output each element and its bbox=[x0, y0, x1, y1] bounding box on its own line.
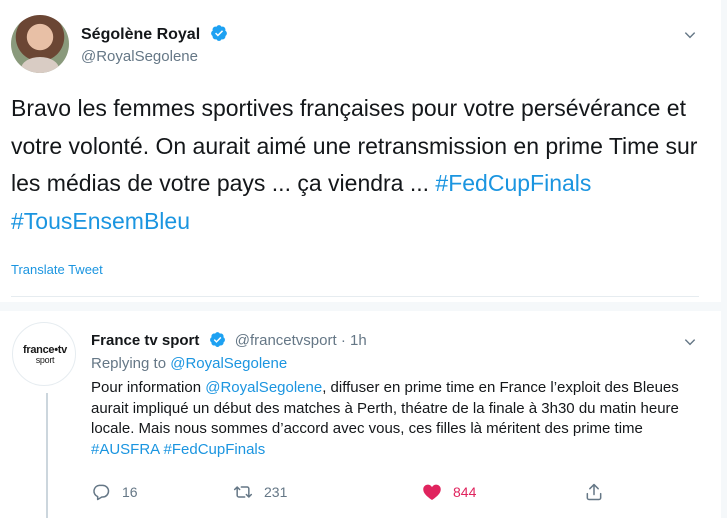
verified-badge-icon bbox=[210, 25, 227, 41]
tweet-text-body: Bravo les femmes sportives françaises po… bbox=[11, 95, 698, 196]
hashtag-link[interactable]: #AUSFRA bbox=[91, 441, 159, 458]
verified-badge-icon bbox=[209, 332, 225, 347]
like-count: 844 bbox=[453, 484, 477, 500]
share-button[interactable] bbox=[584, 482, 604, 502]
share-icon bbox=[586, 483, 602, 501]
hashtag-link[interactable]: #FedCupFinals bbox=[435, 170, 591, 196]
retweet-icon bbox=[233, 486, 253, 498]
reply-text: Pour information @RoyalSegolene, diffuse… bbox=[91, 378, 715, 460]
retweet-count: 231 bbox=[264, 484, 288, 500]
reply-header: France tv sport @francetvsport · 1h bbox=[91, 331, 367, 349]
logo: france•tv sport bbox=[13, 345, 77, 366]
author-name-row[interactable]: Ségolène Royal bbox=[81, 24, 228, 44]
reply-count: 16 bbox=[122, 484, 138, 500]
author-handle-timestamp[interactable]: @francetvsport · 1h bbox=[235, 332, 367, 349]
retweet-button[interactable]: 231 bbox=[233, 482, 287, 502]
chevron-down-icon[interactable] bbox=[683, 28, 697, 42]
tweet-text: Bravo les femmes sportives françaises po… bbox=[11, 90, 711, 240]
avatar[interactable]: france•tv sport bbox=[12, 322, 76, 386]
heart-icon bbox=[423, 484, 441, 500]
reply-button[interactable]: 16 bbox=[91, 482, 138, 502]
like-button[interactable]: 844 bbox=[422, 482, 476, 502]
reply-icon bbox=[93, 484, 110, 501]
translate-tweet-link[interactable]: Translate Tweet bbox=[11, 262, 103, 277]
action-bar: 16 231 844 bbox=[91, 482, 611, 504]
chevron-down-icon[interactable] bbox=[683, 335, 697, 349]
replying-to-label: Replying to bbox=[91, 355, 171, 372]
page-background-strip bbox=[721, 0, 727, 518]
hashtag-link[interactable]: #FedCupFinals bbox=[164, 441, 266, 458]
reply-text-part: Pour information bbox=[91, 379, 206, 396]
reply-tweet[interactable]: france•tv sport France tv sport @francet… bbox=[0, 311, 721, 518]
logo-subtext: sport bbox=[35, 355, 55, 365]
mention-link[interactable]: @RoyalSegolene bbox=[205, 379, 322, 396]
hashtag-link[interactable]: #TousEnsemBleu bbox=[11, 208, 190, 234]
author-handle[interactable]: @RoyalSegolene bbox=[81, 48, 198, 65]
thread-line bbox=[46, 393, 48, 518]
avatar-shoulders bbox=[21, 57, 59, 73]
avatar[interactable] bbox=[11, 15, 69, 73]
main-tweet: Ségolène Royal @RoyalSegolene Bravo les … bbox=[0, 0, 721, 302]
author-name[interactable]: Ségolène Royal bbox=[81, 26, 200, 43]
mention-link[interactable]: @RoyalSegolene bbox=[170, 355, 287, 372]
separator-strip bbox=[0, 302, 727, 311]
replying-to: Replying to @RoyalSegolene bbox=[91, 355, 287, 372]
divider bbox=[11, 296, 699, 297]
author-name[interactable]: France tv sport bbox=[91, 332, 199, 349]
